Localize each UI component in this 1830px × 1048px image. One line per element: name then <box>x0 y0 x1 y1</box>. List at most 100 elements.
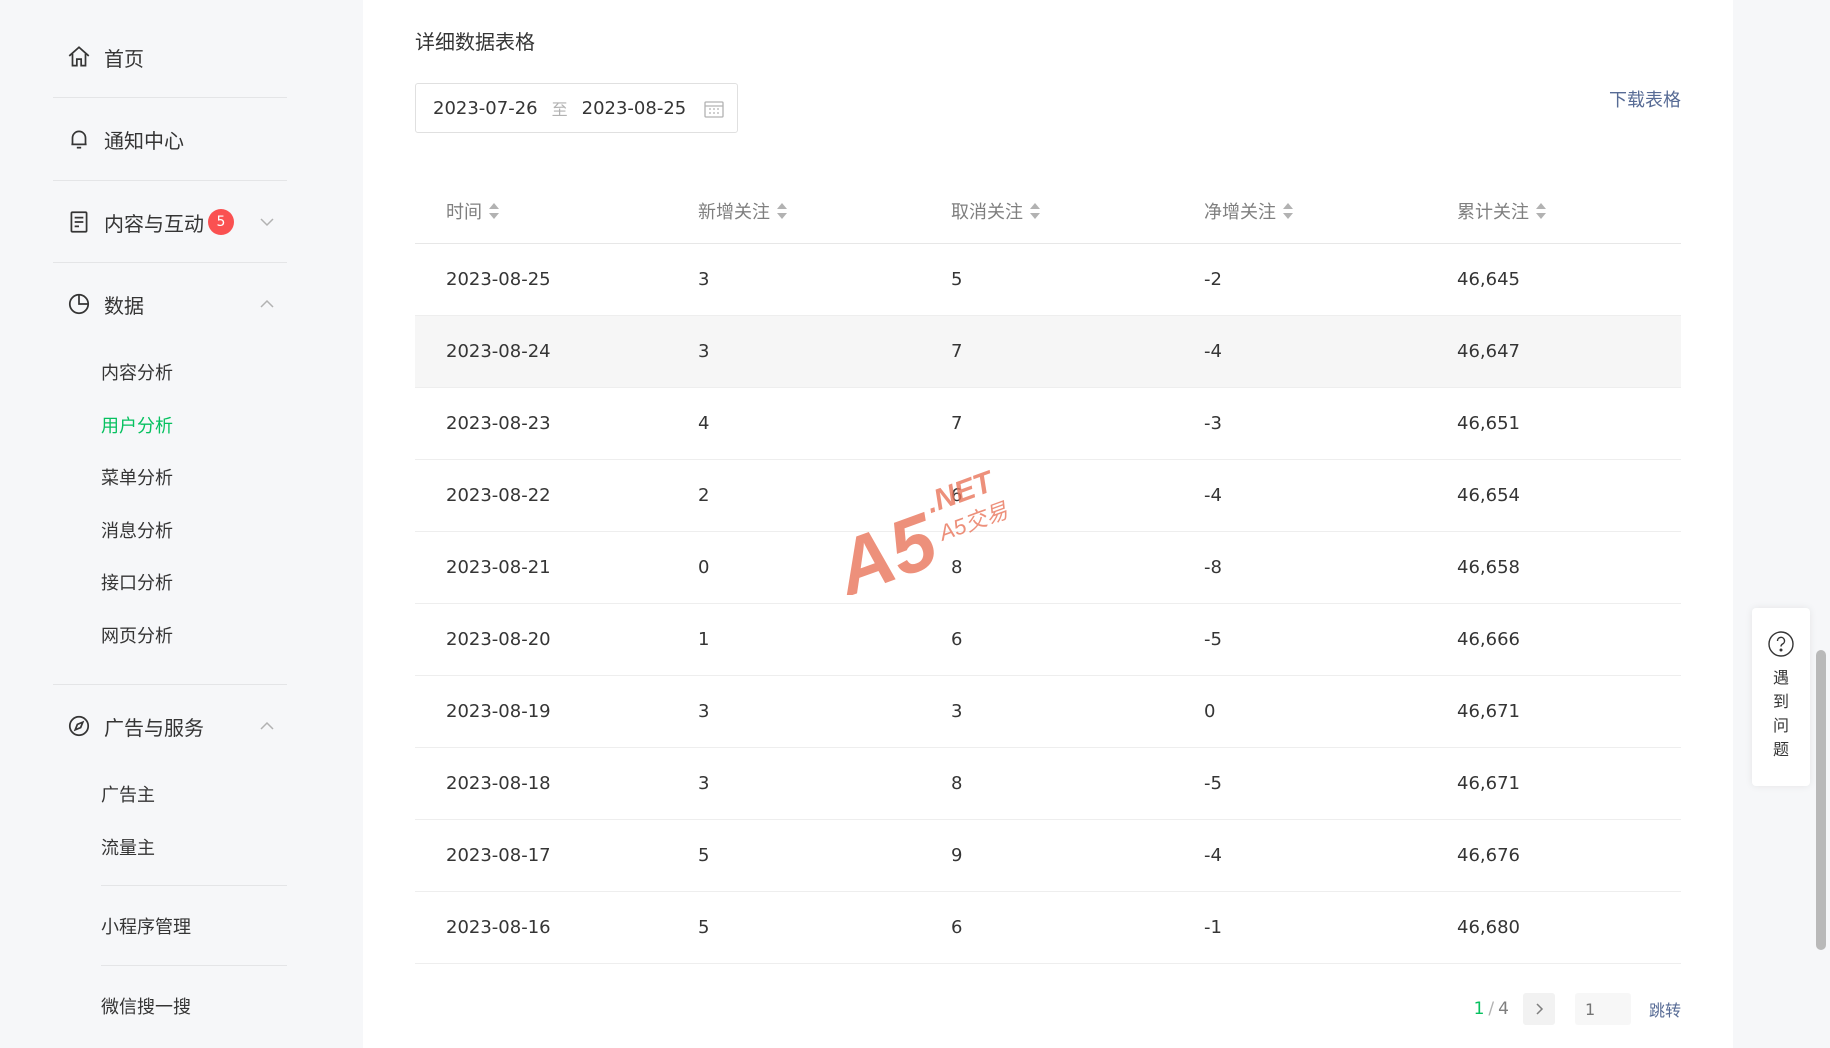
current-page: 1 <box>1473 999 1485 1019</box>
table-row: 2023-08-17 5 9 -4 46,676 <box>415 820 1681 892</box>
table-row: 2023-08-23 4 7 -3 46,651 <box>415 388 1681 460</box>
pagination: 1 / 4 跳转 <box>1474 993 1681 1025</box>
cell-total: 46,666 <box>1457 629 1520 650</box>
cell-date: 2023-08-25 <box>446 269 551 290</box>
cell-date: 2023-08-22 <box>446 485 551 506</box>
sort-icon <box>777 203 787 219</box>
cell-new: 0 <box>698 557 710 578</box>
cell-total: 46,651 <box>1457 413 1520 434</box>
cell-cancel: 8 <box>951 557 963 578</box>
divider <box>101 965 287 966</box>
divider <box>53 684 287 685</box>
start-date[interactable]: 2023-07-26 <box>433 98 538 119</box>
cell-date: 2023-08-18 <box>446 773 551 794</box>
divider <box>53 180 287 181</box>
sidebar-item-user-analysis[interactable]: 用户分析 <box>101 412 173 438</box>
table-row: 2023-08-24 3 7 -4 46,647 <box>415 316 1681 388</box>
nav-data-label: 数据 <box>104 293 144 318</box>
sidebar-item-mini-program[interactable]: 小程序管理 <box>101 913 191 939</box>
cell-net: -2 <box>1204 269 1222 290</box>
cell-total: 46,658 <box>1457 557 1520 578</box>
help-label: 遇到问题 <box>1772 668 1789 759</box>
cell-date: 2023-08-20 <box>446 629 551 650</box>
divider <box>53 97 287 98</box>
sidebar-item-webpage-analysis[interactable]: 网页分析 <box>101 622 173 648</box>
sort-icon <box>1536 203 1546 219</box>
cell-new: 1 <box>698 629 710 650</box>
nav-home[interactable]: 首页 <box>53 37 287 77</box>
cell-date: 2023-08-17 <box>446 845 551 866</box>
cell-new: 4 <box>698 413 710 434</box>
sidebar-item-content-analysis[interactable]: 内容分析 <box>101 359 173 385</box>
chevron-up-icon[interactable] <box>257 294 277 314</box>
chevron-up-icon[interactable] <box>257 716 277 736</box>
sort-header-unfollows[interactable]: 取消关注 <box>951 198 1041 224</box>
next-page-button[interactable] <box>1522 993 1555 1025</box>
cell-new: 2 <box>698 485 710 506</box>
cell-cancel: 5 <box>951 269 963 290</box>
sidebar-item-message-analysis[interactable]: 消息分析 <box>101 517 173 543</box>
page-jump-button[interactable]: 跳转 <box>1649 997 1681 1021</box>
sort-header-time[interactable]: 时间 <box>446 198 500 224</box>
cell-date: 2023-08-21 <box>446 557 551 578</box>
calendar-icon[interactable] <box>703 98 725 120</box>
cell-net: 0 <box>1204 701 1216 722</box>
cell-new: 3 <box>698 341 710 362</box>
cell-total: 46,680 <box>1457 917 1520 938</box>
cell-net: -8 <box>1204 557 1222 578</box>
table-row: 2023-08-25 3 5 -2 46,645 <box>415 244 1681 316</box>
cell-cancel: 6 <box>951 629 963 650</box>
sort-icon <box>1030 203 1040 219</box>
download-table-link[interactable]: 下载表格 <box>1609 86 1681 112</box>
sort-header-net-follows[interactable]: 净增关注 <box>1204 198 1294 224</box>
cell-cancel: 6 <box>951 485 963 506</box>
table-row: 2023-08-22 2 6 -4 46,654 <box>415 460 1681 532</box>
sort-header-total-follows[interactable]: 累计关注 <box>1457 198 1547 224</box>
sort-header-new-follows[interactable]: 新增关注 <box>698 198 788 224</box>
cell-cancel: 3 <box>951 701 963 722</box>
cell-cancel: 6 <box>951 917 963 938</box>
nav-content[interactable]: 内容与互动 5 <box>53 202 287 242</box>
table-header: 时间 新增关注 取消关注 净增关注 累计关注 <box>415 172 1681 244</box>
cell-net: -4 <box>1204 485 1222 506</box>
sidebar-item-advertiser[interactable]: 广告主 <box>101 781 155 807</box>
cell-new: 3 <box>698 773 710 794</box>
sidebar-item-wechat-search[interactable]: 微信搜一搜 <box>101 993 191 1019</box>
end-date[interactable]: 2023-08-25 <box>582 98 687 119</box>
sidebar: 首页 通知中心 内容与互动 5 数据 内容分析 用户分析 菜单分析 消息分析 接… <box>0 0 363 1048</box>
cell-net: -1 <box>1204 917 1222 938</box>
cell-cancel: 7 <box>951 341 963 362</box>
help-float-button[interactable]: 遇到问题 <box>1752 608 1810 786</box>
cell-net: -4 <box>1204 341 1222 362</box>
section-title: 详细数据表格 <box>415 30 535 54</box>
nav-notifications[interactable]: 通知中心 <box>53 119 287 159</box>
scroll-thumb[interactable] <box>1816 650 1826 950</box>
table-row: 2023-08-16 5 6 -1 46,680 <box>415 892 1681 964</box>
divider <box>101 885 287 886</box>
cell-new: 3 <box>698 269 710 290</box>
nav-content-label: 内容与互动 <box>104 211 204 236</box>
cell-date: 2023-08-16 <box>446 917 551 938</box>
sidebar-item-menu-analysis[interactable]: 菜单分析 <box>101 464 173 490</box>
cell-new: 5 <box>698 917 710 938</box>
sort-icon <box>1283 203 1293 219</box>
cell-new: 5 <box>698 845 710 866</box>
cell-net: -3 <box>1204 413 1222 434</box>
page-jump-input[interactable] <box>1574 993 1631 1025</box>
chevron-down-icon[interactable] <box>257 212 277 232</box>
data-table: 时间 新增关注 取消关注 净增关注 累计关注 2023-08-25 3 5 -2… <box>415 172 1681 964</box>
total-pages: 4 <box>1498 999 1509 1019</box>
cell-net: -5 <box>1204 629 1222 650</box>
date-separator: 至 <box>551 100 568 119</box>
nav-data[interactable]: 数据 <box>53 284 287 324</box>
nav-ads[interactable]: 广告与服务 <box>53 706 287 746</box>
sidebar-item-publisher[interactable]: 流量主 <box>101 834 155 860</box>
date-range-picker[interactable]: 2023-07-26 至 2023-08-25 <box>415 83 738 133</box>
table-row: 2023-08-19 3 3 0 46,671 <box>415 676 1681 748</box>
sidebar-item-api-analysis[interactable]: 接口分析 <box>101 569 173 595</box>
pie-chart-icon <box>66 291 92 317</box>
nav-home-label: 首页 <box>104 46 144 71</box>
bell-icon <box>66 126 92 152</box>
scrollbar[interactable] <box>1812 0 1830 1048</box>
table-row: 2023-08-18 3 8 -5 46,671 <box>415 748 1681 820</box>
